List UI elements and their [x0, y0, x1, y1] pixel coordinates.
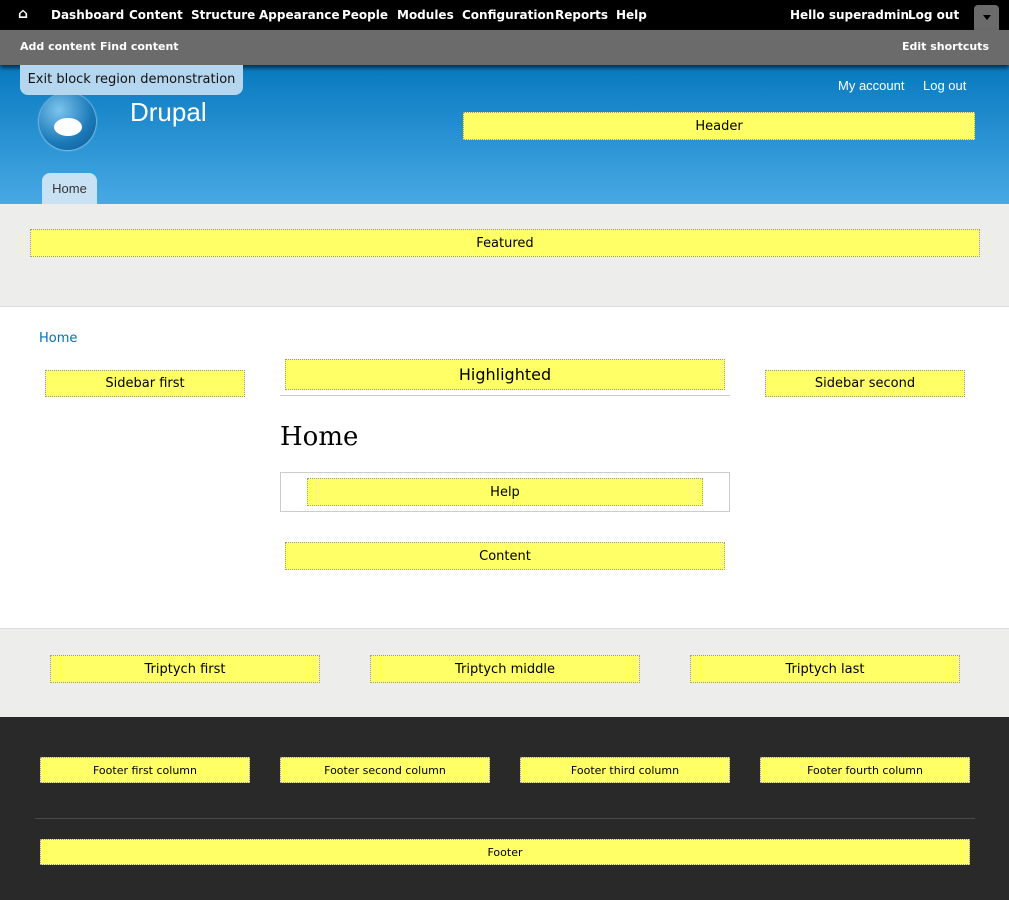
header-region: Header [463, 112, 975, 140]
footer-second-column: Footer second column [280, 757, 490, 783]
help-container: Help [280, 472, 730, 512]
featured-region: Featured [30, 229, 980, 257]
exit-demo-link[interactable]: Exit block region demonstration [20, 65, 243, 95]
footer-section: Footer first column Footer second column… [0, 717, 1009, 900]
shortcut-add-content[interactable]: Add content [20, 40, 96, 53]
footer-divider [35, 818, 975, 819]
drupal-logo[interactable] [39, 93, 96, 150]
site-header: Exit block region demonstration Drupal M… [0, 65, 1009, 204]
page-title: Home [280, 422, 359, 452]
featured-section: Featured [0, 204, 1009, 307]
toolbar-modules[interactable]: Modules [397, 8, 454, 22]
sidebar-second-region: Sidebar second [765, 370, 965, 397]
highlighted-region: Highlighted [285, 359, 725, 390]
header-logout-link[interactable]: Log out [923, 78, 966, 93]
footer-fourth-column: Footer fourth column [760, 757, 970, 783]
footer-first-column: Footer first column [40, 757, 250, 783]
main-section: Home Sidebar first Highlighted Sidebar s… [0, 307, 1009, 628]
home-icon[interactable]: ⌂ [18, 6, 28, 22]
triptych-middle-region: Triptych middle [370, 655, 640, 683]
toolbar-help[interactable]: Help [616, 8, 647, 22]
toolbar-reports[interactable]: Reports [555, 8, 608, 22]
toolbar-content[interactable]: Content [129, 8, 183, 22]
toolbar-people[interactable]: People [342, 8, 388, 22]
triptych-section: Triptych first Triptych middle Triptych … [0, 628, 1009, 717]
divider [280, 395, 730, 396]
tab-home[interactable]: Home [42, 173, 97, 204]
hello-user[interactable]: Hello superadmin [790, 8, 909, 22]
footer-region: Footer [40, 839, 970, 865]
chevron-down-icon [982, 15, 991, 20]
drop-icon [54, 118, 82, 136]
edit-shortcuts-link[interactable]: Edit shortcuts [902, 40, 989, 53]
admin-toolbar: ⌂ Dashboard Content Structure Appearance… [0, 0, 1009, 30]
triptych-first-region: Triptych first [50, 655, 320, 683]
breadcrumb[interactable]: Home [39, 331, 77, 346]
help-region: Help [307, 478, 703, 506]
toolbar-dashboard[interactable]: Dashboard [51, 8, 124, 22]
toolbar-appearance[interactable]: Appearance [259, 8, 340, 22]
shortcuts-bar: Add content Find content Edit shortcuts [0, 30, 1009, 65]
my-account-link[interactable]: My account [838, 78, 904, 93]
content-region: Content [285, 542, 725, 570]
sidebar-first-region: Sidebar first [45, 370, 245, 397]
footer-third-column: Footer third column [520, 757, 730, 783]
shortcuts-toggle[interactable] [974, 5, 999, 30]
triptych-last-region: Triptych last [690, 655, 960, 683]
toolbar-configuration[interactable]: Configuration [462, 8, 554, 22]
shortcut-find-content[interactable]: Find content [100, 40, 179, 53]
toolbar-structure[interactable]: Structure [191, 8, 255, 22]
toolbar-logout[interactable]: Log out [908, 8, 959, 22]
site-name[interactable]: Drupal [130, 97, 207, 128]
